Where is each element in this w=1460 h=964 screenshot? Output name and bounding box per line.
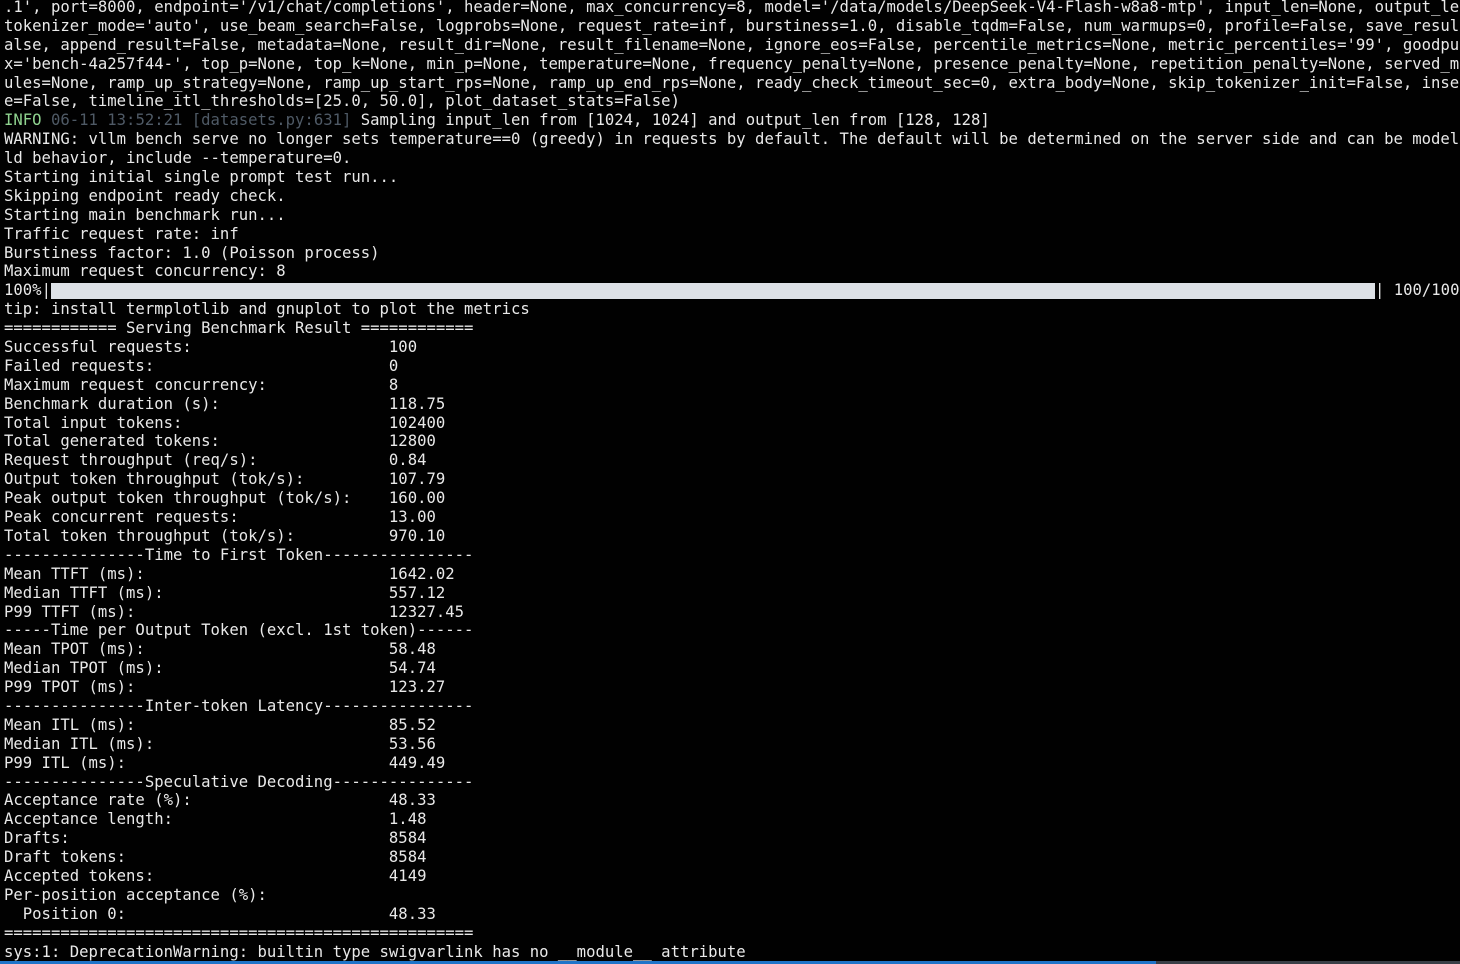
args-line: e=False, timeline_itl_thresholds=[25.0, … — [4, 92, 680, 111]
status-line: Skipping endpoint ready check. — [4, 186, 286, 205]
result-line: Per-position acceptance (%): — [4, 885, 267, 904]
args-line: tokenizer_mode='auto', use_beam_search=F… — [4, 16, 1460, 35]
result-line: Total token throughput (tok/s): 970.10 — [4, 526, 446, 545]
progress-bar — [50, 282, 1375, 299]
result-line: Benchmark duration (s): 118.75 — [4, 394, 446, 413]
result-line: Mean ITL (ms): 85.52 — [4, 715, 436, 734]
result-line: Failed requests: 0 — [4, 356, 399, 375]
progress-bar-fill — [50, 282, 1375, 299]
result-line: Total generated tokens: 12800 — [4, 432, 436, 451]
args-line: x='bench-4a257f44-', top_p=None, top_k=N… — [4, 54, 1460, 73]
result-line: Maximum request concurrency: 8 — [4, 375, 399, 394]
progress-percent: 100% — [4, 281, 42, 300]
info-line: INFO 06-11 13:52:21 [datasets.py:631] Sa… — [4, 111, 1460, 130]
result-line: Acceptance rate (%): 48.33 — [4, 791, 436, 810]
progress-line: 100% | | 100/100 — [4, 281, 1460, 300]
result-line: -----Time per Output Token (excl. 1st to… — [4, 621, 474, 640]
progress-count: 100/100 — [1393, 281, 1460, 300]
result-line: Successful requests: 100 — [4, 338, 418, 357]
result-line: ============ Serving Benchmark Result ==… — [4, 319, 474, 338]
status-line: Starting initial single prompt test run.… — [4, 168, 399, 187]
args-line: ules=None, ramp_up_strategy=None, ramp_u… — [4, 73, 1460, 92]
result-line: P99 TPOT (ms): 123.27 — [4, 678, 446, 697]
terminal-window[interactable]: .1', port=8000, endpoint='/v1/chat/compl… — [0, 0, 1460, 964]
result-line: ---------------Inter-token Latency------… — [4, 696, 474, 715]
result-line: Peak output token throughput (tok/s): 16… — [4, 489, 446, 508]
status-line: WARNING: vllm bench serve no longer sets… — [4, 130, 1460, 149]
args-line: .1', port=8000, endpoint='/v1/chat/compl… — [4, 0, 1460, 16]
result-line: Mean TTFT (ms): 1642.02 — [4, 564, 455, 583]
result-line: ---------------Time to First Token------… — [4, 545, 474, 564]
result-line: P99 TTFT (ms): 12327.45 — [4, 602, 465, 621]
status-line: Traffic request rate: inf — [4, 224, 239, 243]
result-line: sys:1: DeprecationWarning: builtin type … — [4, 942, 746, 961]
result-line: Drafts: 8584 — [4, 829, 427, 848]
result-line: Accepted tokens: 4149 — [4, 866, 427, 885]
info-message: Sampling input_len from [1024, 1024] and… — [360, 111, 990, 130]
status-line: Starting main benchmark run... — [4, 205, 286, 224]
result-line: Peak concurrent requests: 13.00 — [4, 508, 436, 527]
result-line: P99 ITL (ms): 449.49 — [4, 753, 446, 772]
info-level: INFO — [4, 111, 42, 130]
status-block: WARNING: vllm bench serve no longer sets… — [4, 130, 1460, 281]
status-line: ld behavior, include --temperature=0. — [4, 149, 352, 168]
result-line: Median TPOT (ms): 54.74 — [4, 659, 436, 678]
result-line: Output token throughput (tok/s): 107.79 — [4, 470, 446, 489]
terminal-output: .1', port=8000, endpoint='/v1/chat/compl… — [4, 0, 1460, 961]
result-line: Median TTFT (ms): 557.12 — [4, 583, 446, 602]
result-block: tip: install termplotlib and gnuplot to … — [4, 300, 1460, 961]
progress-left-edge: | — [41, 281, 51, 300]
result-line: Total input tokens: 102400 — [4, 413, 446, 432]
result-line: ========================================… — [4, 923, 474, 942]
result-line: Mean TPOT (ms): 58.48 — [4, 640, 436, 659]
progress-right-edge: | — [1374, 281, 1394, 300]
status-line: Maximum request concurrency: 8 — [4, 262, 286, 281]
result-line: ---------------Speculative Decoding-----… — [4, 772, 474, 791]
result-line: Median ITL (ms): 53.56 — [4, 734, 436, 753]
result-line: Acceptance length: 1.48 — [4, 810, 427, 829]
result-line: Draft tokens: 8584 — [4, 848, 427, 867]
result-line: Position 0: 48.33 — [4, 904, 436, 923]
status-line: Burstiness factor: 1.0 (Poisson process) — [4, 243, 380, 262]
result-line: tip: install termplotlib and gnuplot to … — [4, 300, 530, 319]
args-block: .1', port=8000, endpoint='/v1/chat/compl… — [4, 0, 1460, 111]
args-line: alse, append_result=False, metadata=None… — [4, 35, 1460, 54]
result-line: Request throughput (req/s): 0.84 — [4, 451, 427, 470]
info-meta: 06-11 13:52:21 [datasets.py:631] — [50, 111, 352, 130]
